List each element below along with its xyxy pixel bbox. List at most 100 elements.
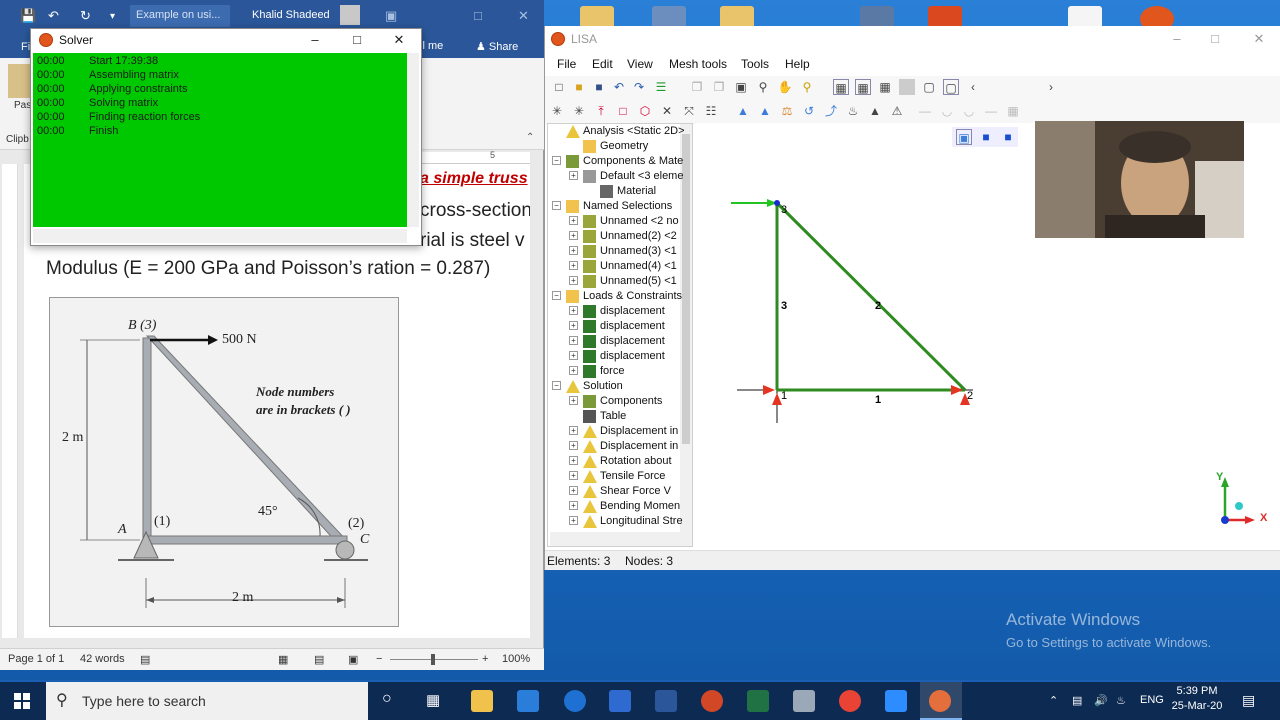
solver-horizontal-scrollbar[interactable] (33, 229, 407, 243)
save-icon[interactable]: 💾 (20, 8, 36, 24)
new-icon[interactable]: □ (551, 79, 567, 95)
tree-expander-icon[interactable]: + (569, 366, 578, 375)
tree-expander-icon[interactable]: + (569, 441, 578, 450)
word-count[interactable]: 42 words (80, 653, 125, 665)
menu-edit[interactable]: Edit (592, 57, 613, 71)
proofing-icon[interactable]: ▤ (140, 653, 150, 666)
delete-icon[interactable]: ✕ (659, 103, 675, 119)
volume-icon[interactable]: 🔊 (1094, 694, 1108, 707)
powerpoint-icon[interactable] (701, 690, 723, 712)
print-layout-icon[interactable]: ▤ (314, 653, 324, 666)
word-icon[interactable] (655, 690, 677, 712)
paste-icon[interactable]: ❐ (711, 79, 727, 95)
save-icon[interactable]: ■ (591, 79, 607, 95)
network-icon[interactable]: ▤ (1072, 694, 1082, 707)
lisa-title-bar[interactable]: LISA – □ ✕ (545, 26, 1280, 52)
customize-qa-icon[interactable]: ▾ (110, 11, 115, 22)
perspective-icon[interactable]: ▢ (943, 79, 959, 95)
tree-expander-icon[interactable]: + (569, 306, 578, 315)
solver-vertical-scrollbar[interactable] (407, 53, 419, 227)
cortana-icon[interactable]: ○ (382, 690, 392, 708)
maximize-icon[interactable]: □ (347, 31, 367, 49)
zoom-slider-thumb[interactable] (431, 654, 435, 665)
tree-expander-icon[interactable]: + (569, 231, 578, 240)
tree-expander-icon[interactable]: − (552, 381, 561, 390)
tree-expander-icon[interactable]: + (569, 336, 578, 345)
start-button[interactable] (0, 682, 44, 720)
maximize-icon[interactable]: □ (1205, 30, 1225, 48)
tree-expander-icon[interactable]: − (552, 201, 561, 210)
undo-icon[interactable]: ↶ (611, 79, 627, 95)
line-tool-icon[interactable]: — (983, 103, 999, 119)
tree-expander-icon[interactable]: + (569, 471, 578, 480)
tree-expander-icon[interactable]: + (569, 246, 578, 255)
pressure-tool-icon[interactable]: ♨ (845, 103, 861, 119)
menu-view[interactable]: View (627, 57, 653, 71)
tree-expander-icon[interactable]: + (569, 261, 578, 270)
page-count[interactable]: Page 1 of 1 (8, 653, 64, 665)
scroll-right-icon[interactable]: › (1043, 79, 1059, 95)
chrome-icon[interactable] (839, 690, 861, 712)
pan-icon[interactable]: ✋ (777, 79, 793, 95)
language-indicator[interactable]: ENG (1140, 694, 1164, 706)
horizontal-support-marker[interactable] (763, 385, 775, 395)
ribbon-display-icon[interactable]: ▣ (385, 8, 397, 24)
avatar[interactable] (340, 5, 360, 25)
share-button[interactable]: ♟ Share (476, 40, 518, 53)
tree-vertical-scrollbar[interactable] (680, 124, 692, 546)
load-tool-icon[interactable]: ⚖ (779, 103, 795, 119)
tree-expander-icon[interactable]: + (569, 351, 578, 360)
tree-expander-icon[interactable]: + (569, 276, 578, 285)
menu-tools[interactable]: Tools (741, 57, 769, 71)
tree-expander-icon[interactable]: + (569, 516, 578, 525)
arc-tool-icon[interactable]: ◡ (961, 103, 977, 119)
truss-element[interactable] (775, 201, 967, 392)
view-toggle-icon[interactable]: ▦ (877, 79, 893, 95)
zoom-icon[interactable] (885, 690, 907, 712)
tree-expander-icon[interactable]: + (569, 456, 578, 465)
redo-icon[interactable]: ↻ (80, 8, 91, 24)
rotate-tool-icon[interactable]: ↺ (801, 103, 817, 119)
minimize-icon[interactable]: – (1167, 30, 1187, 48)
temperature-tool-icon[interactable]: ▲ (867, 103, 883, 119)
zoom-icon[interactable]: ⚲ (755, 79, 771, 95)
copy-icon[interactable]: ❐ (689, 79, 705, 95)
constraint-tool-icon[interactable]: ▲ (735, 103, 751, 119)
tree-expander-icon[interactable]: + (569, 396, 578, 405)
tree-expander-icon[interactable]: − (552, 291, 561, 300)
tree-expander-icon[interactable]: + (569, 171, 578, 180)
quad-tool-icon[interactable]: □ (615, 103, 631, 119)
close-icon[interactable]: ✕ (518, 8, 529, 24)
user-name[interactable]: Khalid Shadeed (252, 9, 330, 21)
node-tool-icon[interactable]: ✳ (571, 103, 587, 119)
tell-me[interactable]: ll me (420, 40, 443, 52)
model-tree[interactable]: Analysis <Static 2D> Geometry − Components … (547, 123, 693, 547)
solver-title-bar[interactable]: Solver – □ ✕ (31, 29, 421, 51)
element-tool-icon[interactable]: ⤒ (593, 103, 609, 119)
list-icon[interactable]: ☰ (653, 79, 669, 95)
redo-icon[interactable]: ↷ (631, 79, 647, 95)
ime-icon[interactable]: ♨ (1116, 694, 1126, 707)
maximize-icon[interactable]: □ (474, 8, 482, 23)
line-tool-icon[interactable]: — (917, 103, 933, 119)
split-icon[interactable]: ⤧ (681, 103, 697, 119)
force-tool-icon[interactable]: ⤴ (823, 103, 839, 119)
taskbar-clock[interactable]: 5:39 PM 25-Mar-20 (1170, 685, 1224, 712)
arc-tool-icon[interactable]: ◡ (939, 103, 955, 119)
search-placeholder[interactable]: Type here to search (82, 693, 206, 709)
menu-mesh-tools[interactable]: Mesh tools (669, 57, 727, 71)
app-icon[interactable] (793, 690, 815, 712)
find-icon[interactable]: ⚲ (799, 79, 815, 95)
zoom-fit-icon[interactable]: ▣ (733, 79, 749, 95)
wireframe-icon[interactable]: ▢ (921, 79, 937, 95)
zoom-out-icon[interactable]: − (376, 653, 382, 665)
zoom-level[interactable]: 100% (502, 653, 530, 665)
menu-help[interactable]: Help (785, 57, 810, 71)
open-icon[interactable]: ■ (571, 79, 587, 95)
excel-icon[interactable] (747, 690, 769, 712)
constraint-tool-icon[interactable]: ▲ (757, 103, 773, 119)
tree-expander-icon[interactable]: + (569, 426, 578, 435)
mesh-icon[interactable]: ☷ (703, 103, 719, 119)
tree-expander-icon[interactable]: + (569, 486, 578, 495)
read-mode-icon[interactable]: ▦ (278, 653, 288, 666)
